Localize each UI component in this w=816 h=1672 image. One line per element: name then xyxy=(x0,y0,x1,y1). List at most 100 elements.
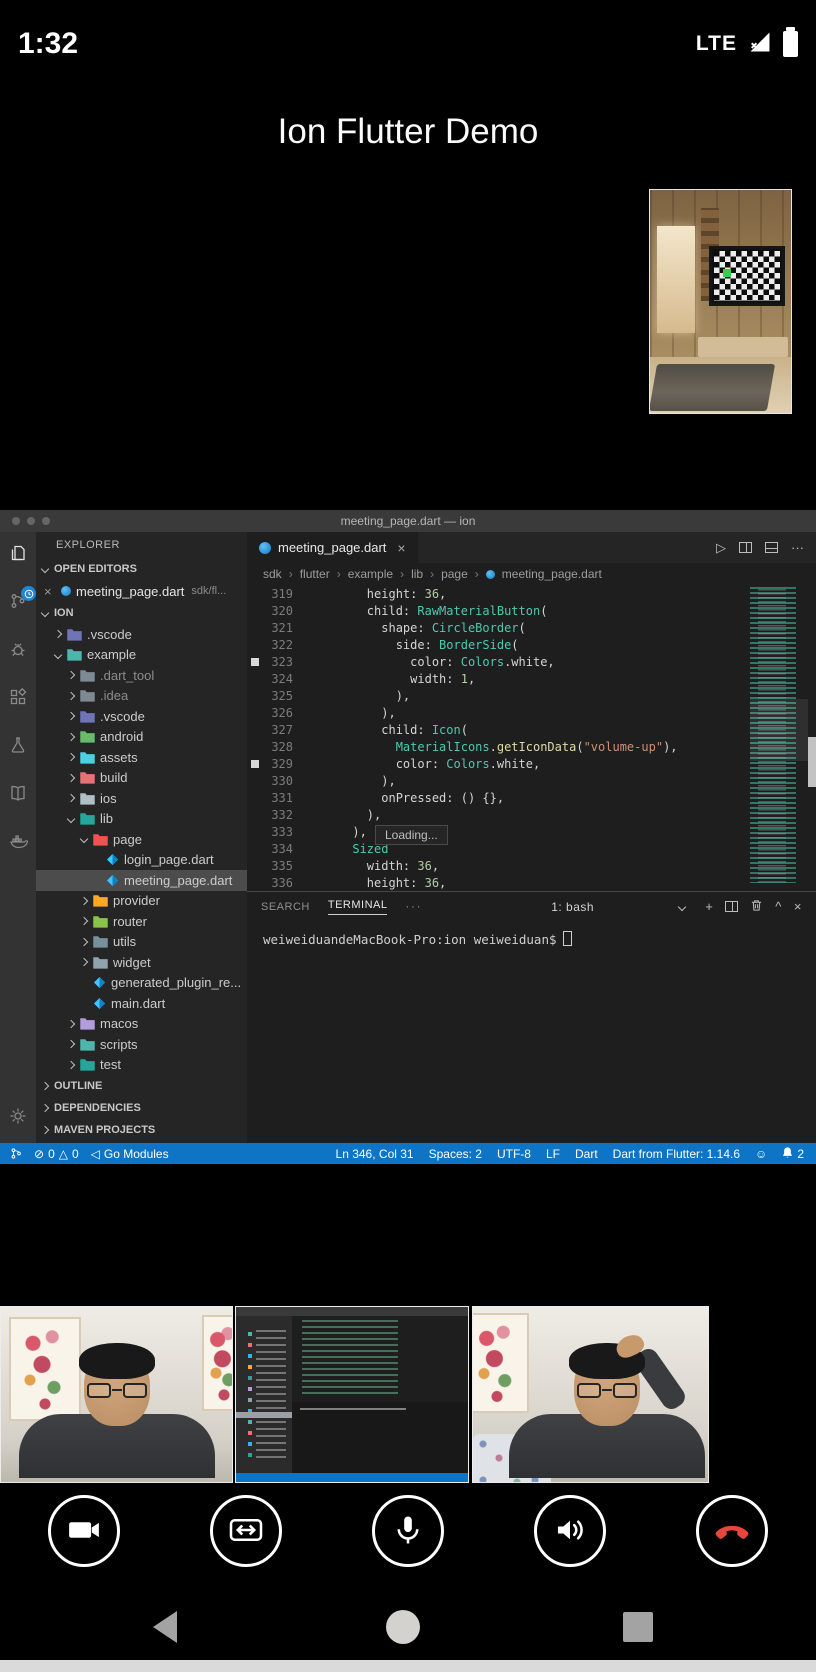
speaker-button[interactable] xyxy=(534,1495,606,1567)
branch-icon[interactable] xyxy=(10,1147,22,1160)
source-control-icon[interactable] xyxy=(8,586,36,611)
tree-item[interactable]: page xyxy=(36,829,247,850)
folder-icon xyxy=(80,1017,95,1030)
tab-search[interactable]: SEARCH xyxy=(261,901,310,913)
screenshare-video[interactable]: meeting_page.dart — ion EXPLORER OPEN ED… xyxy=(0,510,816,1164)
code-editor[interactable]: 319 height: 36, 320 child: RawMaterialBut… xyxy=(247,585,816,891)
breadcrumb-item[interactable]: sdk xyxy=(263,567,282,581)
tree-item[interactable]: .dart_tool xyxy=(36,665,247,686)
android-back-button[interactable] xyxy=(153,1611,177,1643)
tree-item[interactable]: example xyxy=(36,645,247,666)
tree-item[interactable]: scripts xyxy=(36,1034,247,1055)
tree-item[interactable]: assets xyxy=(36,747,247,768)
terminal-panel: SEARCH TERMINAL ··· 1: bash + ^ × weiwei… xyxy=(247,891,816,1143)
language-mode[interactable]: Dart xyxy=(575,1147,598,1161)
open-editor-item[interactable]: × meeting_page.dart sdk/fl... xyxy=(36,580,247,602)
clock-badge-icon xyxy=(21,586,36,601)
tree-item[interactable]: generated_plugin_re... xyxy=(36,973,247,994)
tree-item[interactable]: macos xyxy=(36,1014,247,1035)
tab-terminal[interactable]: TERMINAL xyxy=(327,899,388,915)
hangup-button[interactable] xyxy=(696,1495,768,1567)
window-controls[interactable] xyxy=(12,517,50,525)
more-actions-icon[interactable]: ··· xyxy=(791,540,804,555)
tree-item[interactable]: .idea xyxy=(36,686,247,707)
go-modules-indicator[interactable]: ◁ Go Modules xyxy=(91,1147,169,1161)
split-terminal-icon[interactable] xyxy=(725,901,739,912)
editor-scrollbar[interactable] xyxy=(808,737,816,787)
breadcrumb-item[interactable]: flutter xyxy=(300,567,330,581)
settings-gear-icon[interactable] xyxy=(8,1106,28,1126)
tree-item[interactable]: router xyxy=(36,911,247,932)
tree-item[interactable]: lib xyxy=(36,809,247,830)
breakpoint-icon[interactable] xyxy=(247,658,263,666)
folder-icon xyxy=(80,689,95,702)
section-open-editors[interactable]: OPEN EDITORS xyxy=(36,558,247,580)
terminal-output[interactable]: weiweiduandeMacBook-Pro:ion weiweiduan$ xyxy=(247,921,816,1143)
split-editor-icon[interactable] xyxy=(739,542,752,553)
cursor-position[interactable]: Ln 346, Col 31 xyxy=(336,1147,414,1161)
code-line: 330 ), xyxy=(271,773,396,788)
tree-item[interactable]: widget xyxy=(36,952,247,973)
dart-sdk[interactable]: Dart from Flutter: 1.14.6 xyxy=(613,1147,740,1161)
eol[interactable]: LF xyxy=(546,1147,560,1161)
section-dependencies[interactable]: DEPENDENCIES xyxy=(36,1097,247,1119)
close-panel-icon[interactable]: × xyxy=(794,899,802,914)
tree-item[interactable]: .vscode xyxy=(36,624,247,645)
android-recent-button[interactable] xyxy=(623,1612,653,1642)
close-tab-icon[interactable]: × xyxy=(397,540,405,556)
tree-item[interactable]: build xyxy=(36,768,247,789)
docs-book-icon[interactable] xyxy=(8,783,28,803)
extensions-icon[interactable] xyxy=(8,687,28,707)
section-maven-projects[interactable]: MAVEN PROJECTS xyxy=(36,1119,247,1141)
tree-item[interactable]: .vscode xyxy=(36,706,247,727)
more-icon[interactable]: ··· xyxy=(405,901,422,913)
clock: 1:32 xyxy=(18,27,79,60)
breakpoint-icon[interactable] xyxy=(247,760,263,768)
file-tree: .vscode example .dart_tool .idea .vscode andr… xyxy=(36,624,247,1075)
new-terminal-icon[interactable]: + xyxy=(705,899,713,914)
camera-toggle-button[interactable] xyxy=(48,1495,120,1567)
indentation[interactable]: Spaces: 2 xyxy=(429,1147,482,1161)
editor-tab-meeting-page[interactable]: meeting_page.dart × xyxy=(247,532,418,563)
breadcrumb-item[interactable]: page xyxy=(441,567,468,581)
microphone-button[interactable] xyxy=(372,1495,444,1567)
maximize-panel-icon[interactable]: ^ xyxy=(775,899,782,914)
tree-item[interactable]: test xyxy=(36,1055,247,1076)
android-home-button[interactable] xyxy=(386,1610,420,1644)
section-project[interactable]: ION xyxy=(36,602,247,624)
tree-item[interactable]: android xyxy=(36,727,247,748)
tree-item[interactable]: login_page.dart xyxy=(36,850,247,871)
mini-statusbar xyxy=(236,1473,468,1482)
feedback-smiley-icon[interactable]: ☺ xyxy=(755,1147,767,1161)
speaker-icon xyxy=(553,1513,587,1550)
participant-tile-screen-share[interactable] xyxy=(235,1306,469,1483)
section-outline[interactable]: OUTLINE xyxy=(36,1075,247,1097)
run-icon[interactable]: ▷ xyxy=(716,540,726,556)
docker-icon[interactable] xyxy=(8,831,29,851)
mini-sidebar xyxy=(236,1316,292,1473)
remote-video-tile[interactable] xyxy=(649,189,792,414)
participant-tile-local-camera[interactable] xyxy=(0,1306,233,1483)
tree-item[interactable]: provider xyxy=(36,891,247,912)
shell-select[interactable]: 1: bash xyxy=(543,898,693,916)
notifications[interactable]: 2 xyxy=(782,1146,804,1162)
breadcrumb-item[interactable]: lib xyxy=(411,567,423,581)
breadcrumb-item[interactable]: meeting_page.dart xyxy=(502,567,602,581)
chevron-right-icon xyxy=(53,630,63,639)
kill-terminal-icon[interactable] xyxy=(750,899,763,915)
tree-item[interactable]: main.dart xyxy=(36,993,247,1014)
tree-item[interactable]: meeting_page.dart xyxy=(36,870,247,891)
participant-tile-remote-camera[interactable] xyxy=(472,1306,709,1483)
tree-item[interactable]: ios xyxy=(36,788,247,809)
debug-icon[interactable] xyxy=(8,639,28,659)
layout-icon[interactable] xyxy=(765,542,778,553)
problems-indicator[interactable]: ⊘ 0 △ 0 xyxy=(34,1147,79,1161)
explorer-icon[interactable] xyxy=(8,543,28,563)
switch-camera-button[interactable] xyxy=(210,1495,282,1567)
minimap[interactable] xyxy=(750,587,808,883)
close-icon[interactable]: × xyxy=(44,584,56,599)
breadcrumb-item[interactable]: example xyxy=(348,567,393,581)
tree-item[interactable]: utils xyxy=(36,932,247,953)
test-beaker-icon[interactable] xyxy=(8,735,28,755)
encoding[interactable]: UTF-8 xyxy=(497,1147,531,1161)
